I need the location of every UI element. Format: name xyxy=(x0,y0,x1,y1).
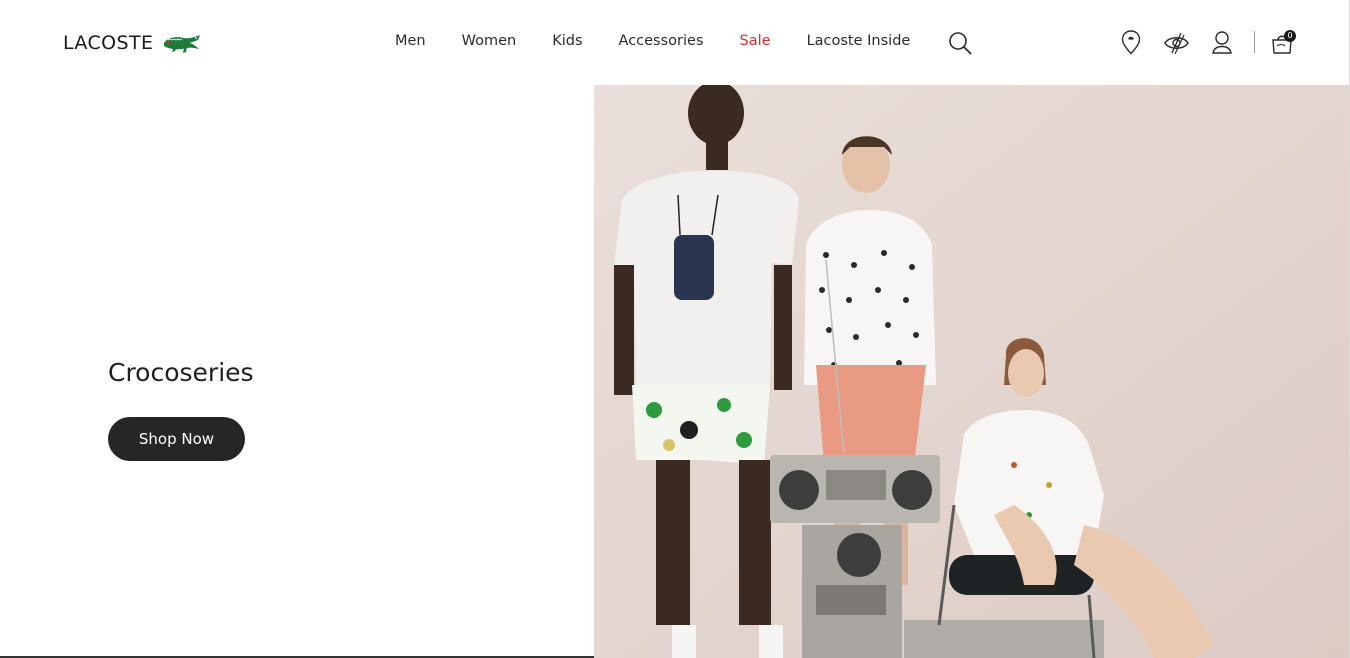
account-icon[interactable] xyxy=(1211,30,1233,55)
hero-title: Crocoseries xyxy=(108,358,254,387)
nav-men[interactable]: Men xyxy=(395,33,426,49)
header-divider xyxy=(1254,31,1255,53)
nav-kids[interactable]: Kids xyxy=(552,33,582,49)
site-header: LACOSTE Men Women Kids Accessories Sale … xyxy=(0,0,1350,85)
nav-accessories[interactable]: Accessories xyxy=(619,33,704,49)
logo-wordmark: LACOSTE xyxy=(63,32,154,54)
nav-sale[interactable]: Sale xyxy=(740,33,771,49)
hero-photo xyxy=(594,85,1349,658)
store-locator-icon[interactable] xyxy=(1121,30,1141,55)
nav-women[interactable]: Women xyxy=(462,33,517,49)
crocodile-icon xyxy=(164,35,201,53)
hero-image[interactable] xyxy=(594,85,1349,658)
accessibility-icon[interactable] xyxy=(1164,31,1189,55)
shop-now-button[interactable]: Shop Now xyxy=(108,417,245,461)
lacoste-logo[interactable]: LACOSTE xyxy=(63,28,202,58)
cart-count-badge: 0 xyxy=(1284,30,1296,42)
main-nav: Men Women Kids Accessories Sale Lacoste … xyxy=(395,33,910,49)
search-icon[interactable] xyxy=(948,31,972,55)
nav-lacoste-inside[interactable]: Lacoste Inside xyxy=(807,33,911,49)
